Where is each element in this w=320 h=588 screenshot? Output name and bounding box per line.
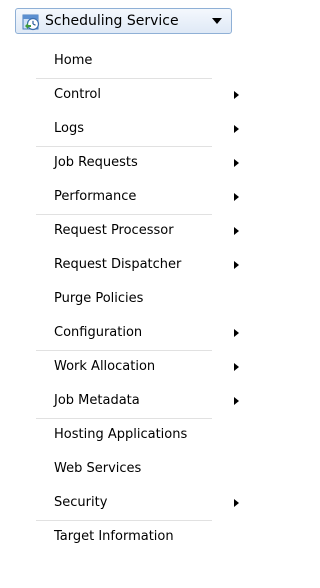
menu-item-request-processor[interactable]: Request Processor (36, 214, 248, 248)
scheduling-service-icon (22, 14, 40, 31)
chevron-right-icon (234, 261, 239, 269)
menu-item-label: Configuration (54, 325, 143, 340)
menu-item-label: Web Services (54, 461, 142, 476)
menu-item-label: Job Metadata (54, 393, 140, 408)
menu-item-label: Security (54, 495, 108, 510)
menu-item-label: Hosting Applications (54, 427, 188, 442)
scheduling-service-dropdown-menu: Home Control Logs Job Requests Performan… (36, 44, 248, 588)
menu-item-request-dispatcher[interactable]: Request Dispatcher (36, 248, 248, 282)
menu-item-configuration[interactable]: Configuration (36, 316, 248, 350)
chevron-right-icon (234, 193, 239, 201)
menu-item-label: Control (54, 87, 101, 102)
menu-item-security[interactable]: Security (36, 486, 248, 520)
menu-item-label: Request Dispatcher (54, 257, 182, 272)
menu-item-label: Work Allocation (54, 359, 156, 374)
menu-item-target-information[interactable]: Target Information (36, 520, 248, 554)
menu-item-label: Request Processor (54, 223, 174, 238)
menu-item-hosting-applications[interactable]: Hosting Applications (36, 418, 248, 452)
menu-item-logs[interactable]: Logs (36, 112, 248, 146)
menu-item-performance[interactable]: Performance (36, 180, 248, 214)
menu-item-purge-policies[interactable]: Purge Policies (36, 282, 248, 316)
chevron-right-icon (234, 91, 239, 99)
chevron-right-icon (234, 329, 239, 337)
scheduling-service-menu-button[interactable]: Scheduling Service (15, 8, 232, 34)
chevron-right-icon (234, 397, 239, 405)
menu-item-job-requests[interactable]: Job Requests (36, 146, 248, 180)
chevron-right-icon (234, 125, 239, 133)
chevron-right-icon (234, 499, 239, 507)
menu-item-label: Job Requests (54, 155, 138, 170)
menu-item-home[interactable]: Home (36, 44, 248, 78)
chevron-right-icon (234, 159, 239, 167)
caret-down-icon (212, 18, 222, 24)
chevron-right-icon (234, 227, 239, 235)
menu-item-label: Logs (54, 121, 84, 136)
chevron-right-icon (234, 363, 239, 371)
menu-item-web-services[interactable]: Web Services (36, 452, 248, 486)
menu-item-label: Purge Policies (54, 291, 144, 306)
menu-item-job-metadata[interactable]: Job Metadata (36, 384, 248, 418)
scheduling-service-title: Scheduling Service (45, 13, 179, 29)
menu-item-label: Home (54, 53, 93, 68)
scheduling-service-menu: Scheduling Service Home Control Logs Job… (0, 0, 248, 588)
menu-item-work-allocation[interactable]: Work Allocation (36, 350, 248, 384)
menu-item-control[interactable]: Control (36, 78, 248, 112)
menu-item-label: Target Information (54, 529, 174, 544)
menu-item-label: Performance (54, 189, 137, 204)
